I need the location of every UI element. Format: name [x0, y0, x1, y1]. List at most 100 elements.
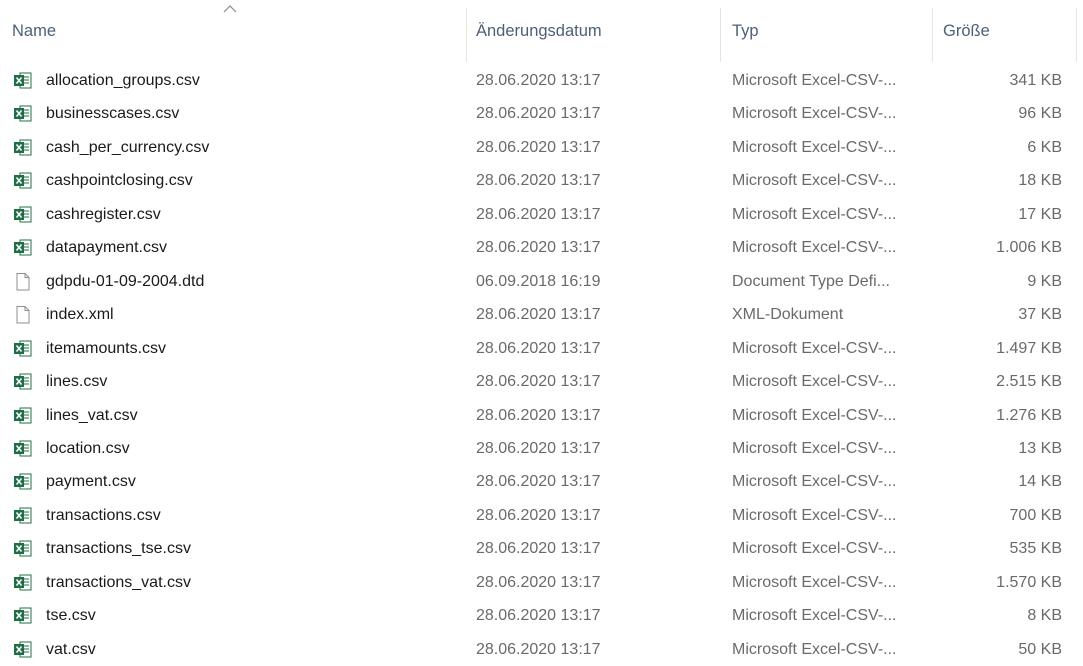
file-type: Microsoft Excel-CSV-...: [732, 573, 897, 591]
file-name: datapayment.csv: [46, 239, 167, 257]
file-size: 1.276 KB: [996, 406, 1062, 424]
file-modified-date: 28.06.2020 13:17: [476, 205, 601, 223]
file-size: 1.497 KB: [996, 339, 1062, 357]
file-size: 17 KB: [1018, 205, 1062, 223]
file-row[interactable]: vat.csv 28.06.2020 13:17 Microsoft Excel-C…: [0, 633, 1083, 666]
file-modified-date: 28.06.2020 13:17: [476, 339, 601, 357]
file-size: 37 KB: [1018, 306, 1062, 324]
file-modified-date: 28.06.2020 13:17: [476, 138, 601, 156]
file-modified-date: 06.09.2018 16:19: [476, 272, 601, 290]
file-type: Microsoft Excel-CSV-...: [732, 540, 897, 558]
file-modified-date: 28.06.2020 13:17: [476, 239, 601, 257]
column-divider[interactable]: [1076, 8, 1077, 62]
file-size: 14 KB: [1018, 473, 1062, 491]
column-header-name-label: Name: [12, 22, 57, 40]
file-type: Microsoft Excel-CSV-...: [732, 105, 897, 123]
file-row[interactable]: index.xml 28.06.2020 13:17 XML-Dokument 37 …: [0, 298, 1083, 331]
column-header-type-label: Typ: [732, 22, 759, 40]
blank-file-icon: [16, 272, 30, 291]
file-type: Microsoft Excel-CSV-...: [732, 607, 897, 625]
file-name: cashregister.csv: [46, 205, 161, 223]
file-name: cashpointclosing.csv: [46, 172, 193, 190]
file-size: 13 KB: [1018, 439, 1062, 457]
file-row[interactable]: businesscases.csv 28.06.2020 13:17 Microso…: [0, 97, 1083, 130]
file-type: Microsoft Excel-CSV-...: [732, 473, 897, 491]
excel-csv-icon: [14, 206, 32, 223]
excel-csv-icon: [14, 507, 32, 524]
file-type: Microsoft Excel-CSV-...: [732, 640, 897, 658]
column-header-bar: Name Änderungsdatum Typ Größe: [0, 0, 1083, 62]
file-modified-date: 28.06.2020 13:17: [476, 640, 601, 658]
file-row[interactable]: transactions_tse.csv 28.06.2020 13:17 Micr…: [0, 532, 1083, 565]
excel-csv-icon: [14, 139, 32, 156]
file-modified-date: 28.06.2020 13:17: [476, 439, 601, 457]
excel-csv-icon: [14, 407, 32, 423]
column-header-size-label: Größe: [943, 22, 990, 40]
excel-csv-icon: [14, 373, 32, 390]
file-type: Microsoft Excel-CSV-...: [732, 138, 897, 156]
file-type: Microsoft Excel-CSV-...: [732, 406, 897, 424]
file-row[interactable]: itemamounts.csv 28.06.2020 13:17 Microsoft…: [0, 332, 1083, 365]
file-size: 50 KB: [1018, 640, 1062, 658]
file-type: Microsoft Excel-CSV-...: [732, 72, 897, 89]
file-row[interactable]: cashregister.csv 28.06.2020 13:17 Microsof…: [0, 198, 1083, 231]
excel-csv-icon: [14, 540, 32, 557]
column-header-size[interactable]: Größe: [933, 0, 1076, 62]
file-row[interactable]: cash_per_currency.csv 28.06.2020 13:17 Mic…: [0, 131, 1083, 164]
file-row[interactable]: lines.csv 28.06.2020 13:17 Microsoft Excel…: [0, 365, 1083, 398]
excel-csv-icon: [14, 607, 32, 624]
file-size: 1.006 KB: [996, 239, 1062, 257]
file-modified-date: 28.06.2020 13:17: [476, 172, 601, 190]
file-size: 96 KB: [1018, 105, 1062, 123]
file-modified-date: 28.06.2020 13:17: [476, 540, 601, 558]
file-row[interactable]: transactions.csv 28.06.2020 13:17 Microsof…: [0, 499, 1083, 532]
file-modified-date: 28.06.2020 13:17: [476, 406, 601, 424]
file-modified-date: 28.06.2020 13:17: [476, 573, 601, 591]
file-row[interactable]: payment.csv 28.06.2020 13:17 Microsoft Exc…: [0, 465, 1083, 498]
file-type: Microsoft Excel-CSV-...: [732, 439, 897, 457]
file-row[interactable]: cashpointclosing.csv 28.06.2020 13:17 Micr…: [0, 164, 1083, 197]
file-name: tse.csv: [46, 607, 96, 625]
file-type: XML-Dokument: [732, 306, 844, 324]
file-size: 8 KB: [1027, 607, 1062, 625]
sort-ascending-icon: [223, 5, 237, 13]
column-header-name[interactable]: Name: [0, 0, 466, 62]
file-size: 1.570 KB: [996, 573, 1062, 591]
file-name: vat.csv: [46, 640, 96, 658]
excel-csv-icon: [14, 641, 32, 658]
file-name: location.csv: [46, 439, 130, 457]
file-modified-date: 28.06.2020 13:17: [476, 373, 601, 391]
file-size: 9 KB: [1027, 272, 1062, 290]
file-name: lines_vat.csv: [46, 406, 138, 424]
file-modified-date: 28.06.2020 13:17: [476, 506, 601, 524]
column-header-date-label: Änderungsdatum: [476, 22, 602, 40]
file-name: transactions_tse.csv: [46, 540, 191, 558]
file-size: 18 KB: [1018, 172, 1062, 190]
file-type: Microsoft Excel-CSV-...: [732, 339, 897, 357]
column-header-date[interactable]: Änderungsdatum: [467, 0, 720, 62]
file-name: payment.csv: [46, 473, 136, 491]
file-name: gdpdu-01-09-2004.dtd: [46, 272, 205, 290]
excel-csv-icon: [14, 72, 32, 89]
file-row[interactable]: gdpdu-01-09-2004.dtd 06.09.2018 16:19 Docu…: [0, 265, 1083, 298]
file-modified-date: 28.06.2020 13:17: [476, 473, 601, 491]
file-name: cash_per_currency.csv: [46, 138, 210, 156]
excel-csv-icon: [14, 574, 32, 591]
blank-file-icon: [16, 306, 30, 324]
file-row[interactable]: datapayment.csv 28.06.2020 13:17 Microsoft…: [0, 231, 1083, 264]
file-row[interactable]: tse.csv 28.06.2020 13:17 Microsoft Excel-C…: [0, 599, 1083, 632]
file-row[interactable]: location.csv 28.06.2020 13:17 Microsoft Ex…: [0, 432, 1083, 465]
file-type: Microsoft Excel-CSV-...: [732, 506, 897, 524]
excel-csv-icon: [14, 473, 32, 490]
file-size: 341 KB: [1009, 72, 1062, 89]
file-row[interactable]: transactions_vat.csv 28.06.2020 13:17 Micr…: [0, 566, 1083, 599]
file-modified-date: 28.06.2020 13:17: [476, 72, 601, 89]
file-size: 700 KB: [1009, 506, 1062, 524]
column-header-type[interactable]: Typ: [721, 0, 932, 62]
file-row[interactable]: allocation_groups.csv 28.06.2020 13:17 Mic…: [0, 64, 1083, 97]
file-size: 6 KB: [1027, 138, 1062, 156]
file-type: Microsoft Excel-CSV-...: [732, 373, 897, 391]
file-row[interactable]: lines_vat.csv 28.06.2020 13:17 Microsoft E…: [0, 399, 1083, 432]
file-size: 2.515 KB: [996, 373, 1062, 391]
file-name: transactions_vat.csv: [46, 573, 191, 591]
